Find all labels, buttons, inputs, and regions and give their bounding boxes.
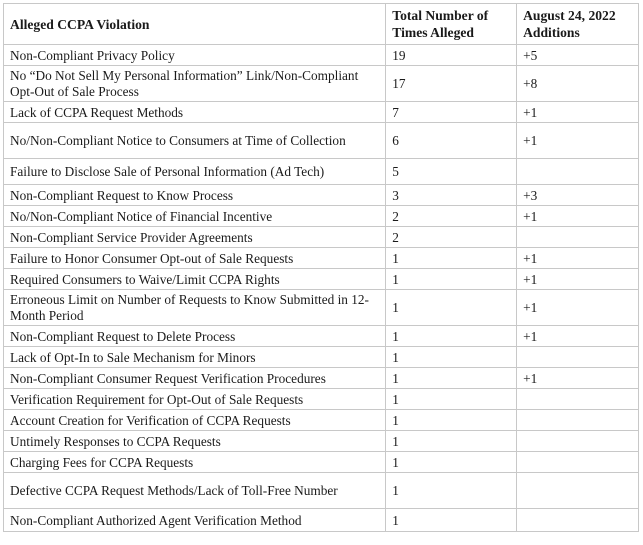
total-cell: 19	[385, 44, 518, 66]
additions-cell	[516, 226, 639, 248]
table-row: No/Non-Compliant Notice to Consumers at …	[2, 122, 639, 159]
violation-cell: Verification Requirement for Opt-Out of …	[2, 388, 387, 410]
table-row: Failure to Honor Consumer Opt-out of Sal…	[2, 247, 639, 269]
header-violation: Alleged CCPA Violation	[2, 3, 387, 45]
additions-cell	[516, 346, 639, 368]
table-row: Account Creation for Verification of CCP…	[2, 409, 639, 431]
total-cell: 1	[385, 247, 518, 269]
total-cell: 1	[385, 268, 518, 290]
total-cell: 1	[385, 451, 518, 473]
additions-cell	[516, 508, 639, 532]
total-cell: 1	[385, 409, 518, 431]
header-additions: August 24, 2022 Additions	[516, 3, 639, 45]
additions-cell	[516, 388, 639, 410]
table-body: Non-Compliant Privacy Policy 19 +5 No “Do …	[2, 44, 639, 532]
violation-cell: Failure to Disclose Sale of Personal Inf…	[2, 158, 387, 185]
total-cell: 1	[385, 325, 518, 347]
additions-cell: +1	[516, 122, 639, 159]
total-cell: 1	[385, 472, 518, 509]
additions-cell	[516, 451, 639, 473]
additions-cell: +1	[516, 289, 639, 326]
total-cell: 1	[385, 367, 518, 389]
table-row: Non-Compliant Service Provider Agreement…	[2, 226, 639, 248]
table-row: Non-Compliant Consumer Request Verificat…	[2, 367, 639, 389]
additions-cell: +1	[516, 367, 639, 389]
total-cell: 7	[385, 101, 518, 123]
table-row: Non-Compliant Authorized Agent Verificat…	[2, 508, 639, 532]
additions-cell: +5	[516, 44, 639, 66]
table-row: No “Do Not Sell My Personal Information”…	[2, 65, 639, 102]
total-cell: 1	[385, 289, 518, 326]
table-row: No/Non-Compliant Notice of Financial Inc…	[2, 205, 639, 227]
violation-cell: Untimely Responses to CCPA Requests	[2, 430, 387, 452]
violation-cell: No “Do Not Sell My Personal Information”…	[2, 65, 387, 102]
additions-cell	[516, 158, 639, 185]
total-cell: 6	[385, 122, 518, 159]
table-row: Failure to Disclose Sale of Personal Inf…	[2, 158, 639, 185]
total-cell: 3	[385, 184, 518, 206]
additions-cell: +1	[516, 325, 639, 347]
violation-cell: Erroneous Limit on Number of Requests to…	[2, 289, 387, 326]
header-total: Total Number of Times Alleged	[385, 3, 518, 45]
total-cell: 1	[385, 346, 518, 368]
table-row: Defective CCPA Request Methods/Lack of T…	[2, 472, 639, 509]
table-row: Non-Compliant Privacy Policy 19 +5	[2, 44, 639, 66]
additions-cell: +1	[516, 205, 639, 227]
violation-cell: Non-Compliant Privacy Policy	[2, 44, 387, 66]
violation-cell: Non-Compliant Request to Delete Process	[2, 325, 387, 347]
violation-cell: Charging Fees for CCPA Requests	[2, 451, 387, 473]
violation-cell: Lack of CCPA Request Methods	[2, 101, 387, 123]
additions-cell: +3	[516, 184, 639, 206]
table-row: Required Consumers to Waive/Limit CCPA R…	[2, 268, 639, 290]
total-cell: 5	[385, 158, 518, 185]
table-row: Erroneous Limit on Number of Requests to…	[2, 289, 639, 326]
violation-cell: Non-Compliant Request to Know Process	[2, 184, 387, 206]
table-header-row: Alleged CCPA Violation Total Number of T…	[2, 3, 639, 45]
violation-cell: Non-Compliant Consumer Request Verificat…	[2, 367, 387, 389]
additions-cell: +1	[516, 247, 639, 269]
table-row: Lack of CCPA Request Methods 7 +1	[2, 101, 639, 123]
total-cell: 17	[385, 65, 518, 102]
additions-cell: +1	[516, 101, 639, 123]
total-cell: 2	[385, 205, 518, 227]
violation-cell: Non-Compliant Service Provider Agreement…	[2, 226, 387, 248]
additions-cell	[516, 409, 639, 431]
ccpa-violations-table: Alleged CCPA Violation Total Number of T…	[2, 3, 639, 532]
total-cell: 1	[385, 508, 518, 532]
violation-cell: No/Non-Compliant Notice to Consumers at …	[2, 122, 387, 159]
violation-cell: Non-Compliant Authorized Agent Verificat…	[2, 508, 387, 532]
table-row: Non-Compliant Request to Delete Process 1…	[2, 325, 639, 347]
table-row: Untimely Responses to CCPA Requests 1	[2, 430, 639, 452]
additions-cell: +8	[516, 65, 639, 102]
total-cell: 1	[385, 388, 518, 410]
table-row: Charging Fees for CCPA Requests 1	[2, 451, 639, 473]
violation-cell: Failure to Honor Consumer Opt-out of Sal…	[2, 247, 387, 269]
violation-cell: Required Consumers to Waive/Limit CCPA R…	[2, 268, 387, 290]
violation-cell: Defective CCPA Request Methods/Lack of T…	[2, 472, 387, 509]
additions-cell	[516, 430, 639, 452]
violation-cell: No/Non-Compliant Notice of Financial Inc…	[2, 205, 387, 227]
table-row: Lack of Opt-In to Sale Mechanism for Min…	[2, 346, 639, 368]
violation-cell: Account Creation for Verification of CCP…	[2, 409, 387, 431]
additions-cell	[516, 472, 639, 509]
violation-cell: Lack of Opt-In to Sale Mechanism for Min…	[2, 346, 387, 368]
total-cell: 1	[385, 430, 518, 452]
table-row: Non-Compliant Request to Know Process 3 +3	[2, 184, 639, 206]
total-cell: 2	[385, 226, 518, 248]
table-row: Verification Requirement for Opt-Out of …	[2, 388, 639, 410]
additions-cell: +1	[516, 268, 639, 290]
